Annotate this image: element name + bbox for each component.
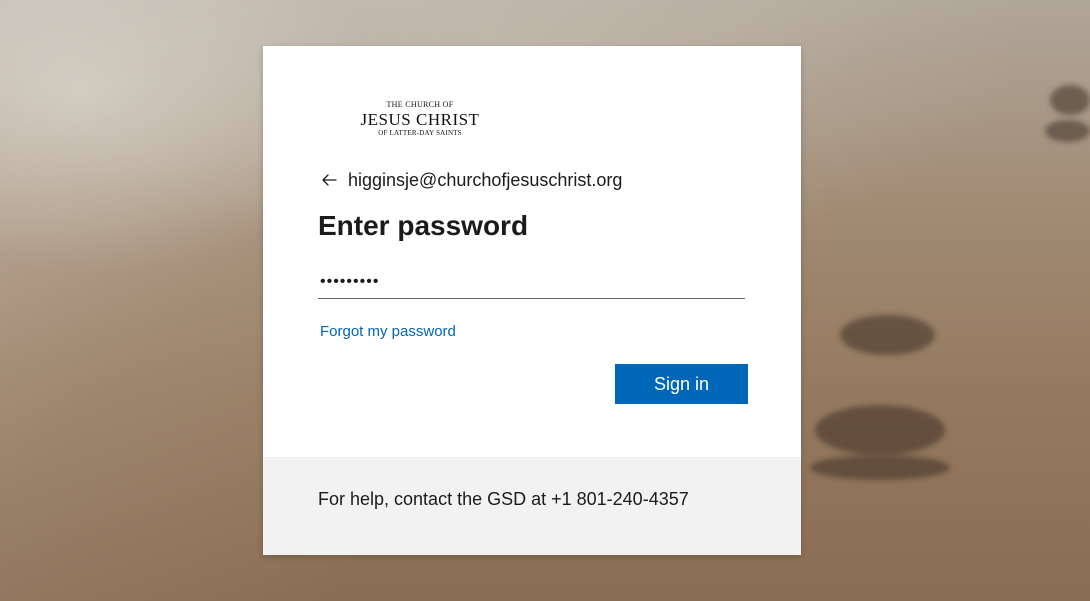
footprint [840,315,935,355]
sign-in-button[interactable]: Sign in [615,364,748,404]
footprint [810,455,950,480]
identity-banner[interactable]: higginsje@churchofjesuschrist.org [320,168,622,192]
footprint [815,405,945,455]
footprint [1045,120,1090,142]
left-arrow-icon[interactable] [320,171,338,189]
logo-line-1: THE CHURCH OF [386,100,454,109]
church-logo: THE CHURCH OF JESUS CHRIST OF LATTER-DAY… [353,100,487,138]
logo-line-3: OF LATTER-DAY SAINTS [378,129,462,137]
password-field[interactable] [318,265,745,299]
page-title: Enter password [318,210,529,241]
logo-line-2: JESUS CHRIST [360,110,480,129]
help-footer: For help, contact the GSD at +1 801-240-… [263,457,801,555]
sign-in-panel: THE CHURCH OF JESUS CHRIST OF LATTER-DAY… [263,46,801,457]
footprint [1050,85,1090,115]
sign-in-card: THE CHURCH OF JESUS CHRIST OF LATTER-DAY… [263,46,801,555]
account-email: higginsje@churchofjesuschrist.org [348,169,623,190]
help-text: For help, contact the GSD at +1 801-240-… [318,489,689,509]
forgot-password-link[interactable]: Forgot my password [320,323,456,340]
